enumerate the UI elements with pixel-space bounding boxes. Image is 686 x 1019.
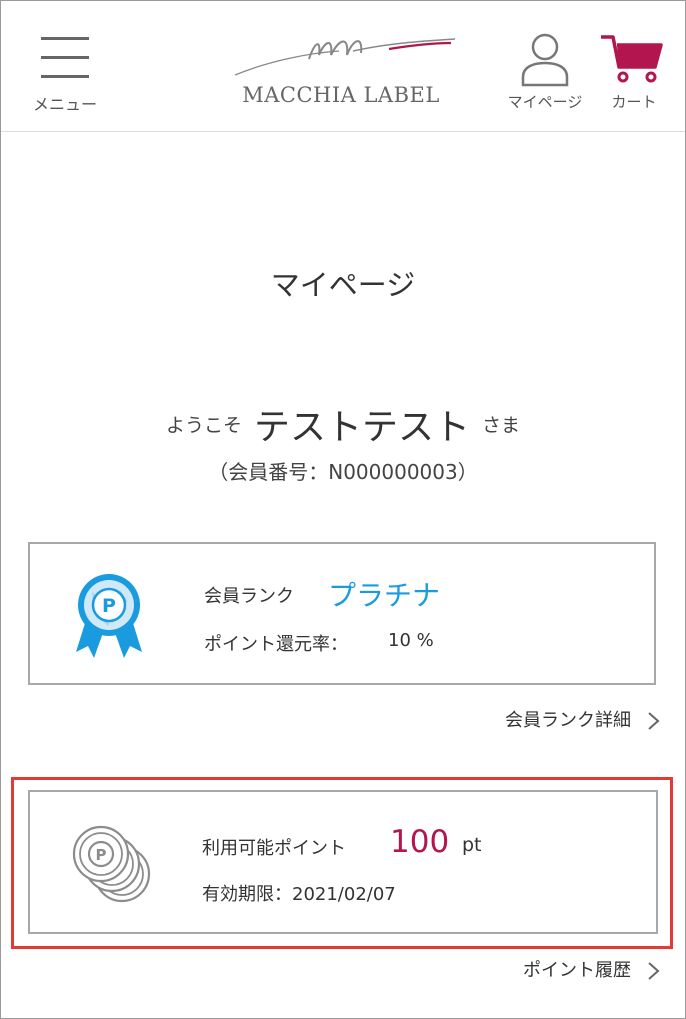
- mypage-label: マイページ: [507, 93, 583, 111]
- point-rate-label: ポイント還元率：: [204, 634, 348, 655]
- cart-button[interactable]: カート: [599, 31, 669, 117]
- rank-detail-link[interactable]: 会員ランク詳細: [505, 706, 660, 732]
- available-points-card: P 利用可能ポイント 100 pt 有効期限：2021/02/07: [28, 790, 658, 934]
- svg-text:P: P: [96, 846, 107, 864]
- platinum-rank-ribbon-icon: P: [72, 572, 146, 658]
- welcome-message: ようこそ テストテスト さま: [0, 398, 686, 450]
- hamburger-menu-icon[interactable]: [41, 37, 89, 79]
- point-history-label: ポイント履歴: [523, 960, 631, 981]
- mypage-button[interactable]: マイページ: [501, 31, 589, 117]
- user-icon: [521, 33, 569, 87]
- cart-label: カート: [611, 93, 657, 111]
- logo-script-mark: [234, 38, 456, 76]
- member-number: （会員番号：N000000003）: [208, 460, 478, 484]
- point-rate-value: 10 %: [388, 630, 434, 651]
- cart-icon: [601, 35, 663, 83]
- svg-text:P: P: [102, 595, 116, 617]
- rank-value: プラチナ: [328, 579, 441, 612]
- menu-label[interactable]: メニュー: [27, 91, 103, 115]
- point-history-link[interactable]: ポイント履歴: [523, 956, 660, 982]
- points-expiry: 有効期限：2021/02/07: [202, 884, 396, 905]
- welcome-prefix: ようこそ: [165, 414, 242, 437]
- member-rank-card: P 会員ランク プラチナ ポイント還元率： 10 %: [28, 542, 656, 685]
- rank-label: 会員ランク: [204, 586, 294, 607]
- chevron-right-icon: [648, 962, 660, 980]
- available-points-value: 100: [390, 824, 450, 860]
- points-unit: pt: [462, 834, 482, 856]
- logo-text: MACCHIA LABEL: [242, 83, 440, 107]
- member-name: テストテスト: [253, 407, 470, 448]
- point-coins-icon: P: [72, 824, 154, 904]
- rank-detail-label: 会員ランク詳細: [505, 710, 631, 731]
- available-points-label: 利用可能ポイント: [202, 838, 346, 859]
- site-header: メニュー MACCHIA LABEL マイページ カート: [1, 1, 685, 132]
- page-title: マイページ: [270, 268, 416, 302]
- site-logo[interactable]: MACCHIA LABEL: [229, 31, 459, 111]
- chevron-right-icon: [648, 712, 660, 730]
- welcome-suffix: さま: [482, 414, 521, 437]
